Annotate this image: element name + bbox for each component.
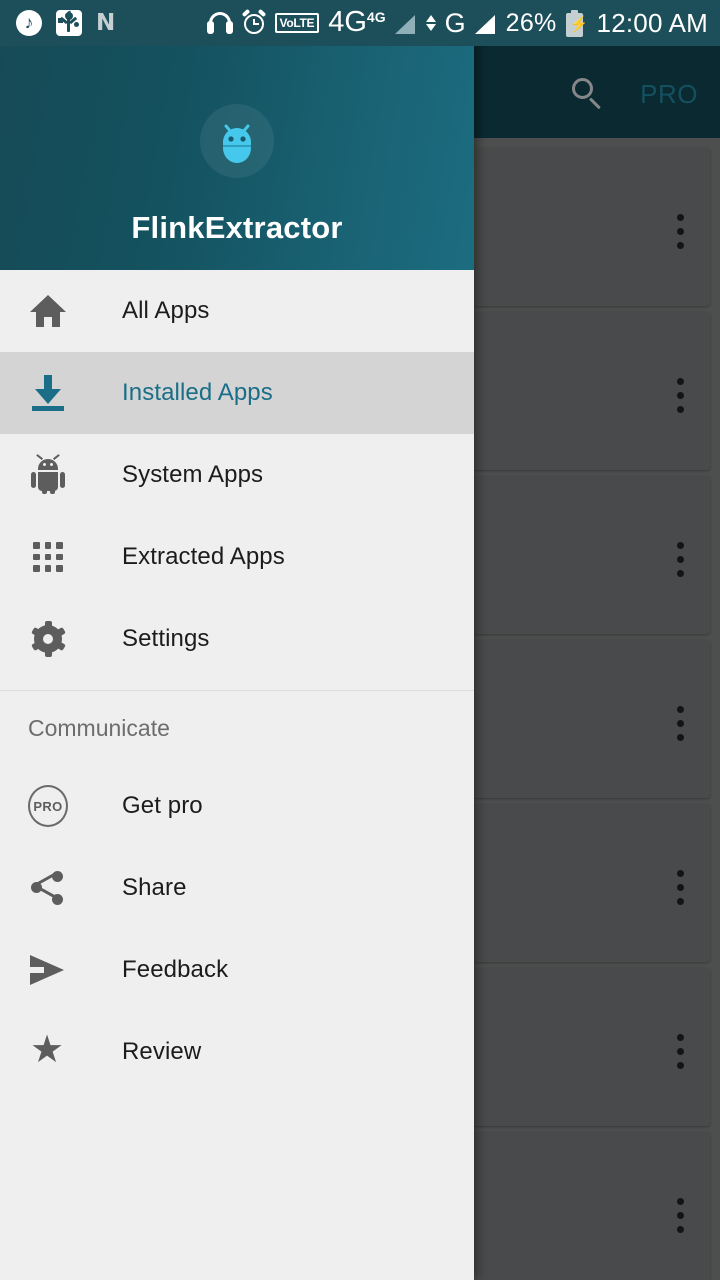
sidebar-item-system-apps[interactable]: System Apps [0, 434, 474, 516]
download-icon [28, 373, 68, 413]
network-g-label: G [444, 7, 466, 38]
headset-icon [206, 12, 233, 34]
music-note-icon [16, 10, 42, 36]
status-bar: N VoLTE 4G 4G G 26% ⚡ 12:00 AM [0, 0, 720, 46]
sidebar-item-get-pro[interactable]: PRO Get pro [0, 765, 474, 847]
sidebar-item-review[interactable]: ★ Review [0, 1011, 474, 1093]
android-robot-icon [28, 454, 68, 495]
network-4g-label: 4G [328, 6, 367, 39]
sidebar-item-extracted-apps[interactable]: Extracted Apps [0, 516, 474, 598]
battery-charging-icon: ⚡ [565, 9, 588, 37]
sidebar-item-label: Share [122, 874, 187, 901]
clock-time: 12:00 AM [596, 7, 708, 38]
send-icon [28, 950, 68, 990]
star-icon: ★ [30, 1029, 65, 1071]
sidebar-item-label: Feedback [122, 956, 229, 983]
sidebar-item-label: All Apps [122, 297, 210, 324]
sidebar-item-label: Installed Apps [122, 379, 273, 406]
sidebar-item-label: Extracted Apps [122, 543, 285, 570]
sidebar-item-installed-apps[interactable]: Installed Apps [0, 352, 474, 434]
share-icon [28, 868, 68, 908]
sidebar-item-label: Settings [122, 625, 210, 652]
battery-percentage: 26% [505, 8, 557, 37]
sidebar-item-settings[interactable]: Settings [0, 598, 474, 680]
drawer-empty-space [0, 1093, 474, 1280]
home-icon [28, 291, 68, 331]
apps-grid-icon [28, 537, 68, 577]
pro-badge-icon: PRO [28, 785, 68, 827]
sidebar-item-label: Get pro [122, 792, 203, 819]
drawer-scrim[interactable] [474, 0, 720, 1280]
sidebar-item-share[interactable]: Share [0, 847, 474, 929]
app-title: FlinkExtractor [131, 210, 343, 245]
alarm-clock-icon [241, 8, 266, 35]
signal-bars-icon [394, 12, 417, 34]
signal-bars-2-icon [474, 12, 497, 34]
android-bug-logo-icon [200, 104, 274, 178]
volte-icon: VoLTE [274, 13, 320, 33]
navigation-drawer: FlinkExtractor All Apps Installed Apps S… [0, 0, 474, 1280]
gear-icon [28, 619, 68, 659]
section-header-communicate: Communicate [28, 714, 170, 741]
usb-icon [56, 10, 82, 36]
sidebar-item-label: System Apps [122, 461, 264, 488]
sidebar-item-feedback[interactable]: Feedback [0, 929, 474, 1011]
data-transfer-arrows-icon [425, 15, 436, 31]
status-bar-right: VoLTE 4G 4G G 26% ⚡ 12:00 AM [206, 6, 709, 39]
network-4g-superscript: 4G [366, 9, 386, 26]
network-4g-icon: 4G 4G [328, 6, 386, 39]
nova-launcher-icon: N [96, 9, 116, 36]
app-screen: PRO ng 300 APP INFO APP INFO APP INFO AP… [0, 0, 720, 1280]
sidebar-item-label: Review [122, 1038, 202, 1065]
sidebar-item-all-apps[interactable]: All Apps [0, 270, 474, 352]
status-bar-left: N [16, 10, 115, 36]
